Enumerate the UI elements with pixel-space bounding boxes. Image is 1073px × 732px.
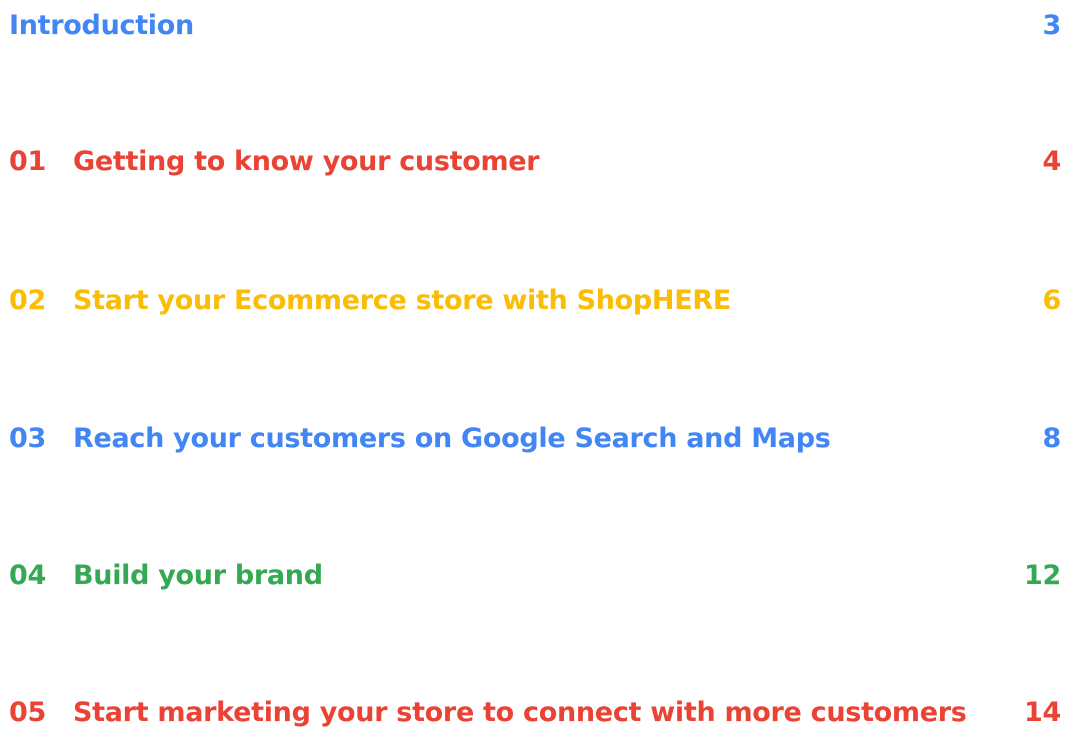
toc-entry-title: Start your Ecommerce store with ShopHERE — [73, 284, 731, 316]
toc-entry-05[interactable]: 05 Start marketing your store to connect… — [9, 692, 1061, 732]
toc-entry-page-number: 3 — [1042, 9, 1062, 41]
table-of-contents: Introduction 3 01 Getting to know your c… — [9, 0, 1061, 729]
toc-entry-introduction[interactable]: Introduction 3 — [9, 5, 1061, 45]
toc-entry-page-number: 12 — [1024, 559, 1061, 591]
toc-entry-title: Build your brand — [73, 559, 323, 591]
toc-entry-title: Introduction — [9, 9, 194, 41]
toc-entry-number: 01 — [9, 145, 46, 177]
toc-entry-03[interactable]: 03 Reach your customers on Google Search… — [9, 418, 1061, 458]
toc-entry-01[interactable]: 01 Getting to know your customer 4 — [9, 141, 1061, 181]
toc-entry-page-number: 14 — [1024, 696, 1061, 728]
toc-entry-number: 04 — [9, 559, 46, 591]
toc-entry-04[interactable]: 04 Build your brand 12 — [9, 555, 1061, 595]
toc-entry-02[interactable]: 02 Start your Ecommerce store with ShopH… — [9, 280, 1061, 320]
toc-entry-title: Getting to know your customer — [73, 145, 540, 177]
toc-entry-title: Start marketing your store to connect wi… — [73, 696, 967, 728]
toc-entry-number: 02 — [9, 284, 46, 316]
toc-entry-page-number: 4 — [1042, 145, 1062, 177]
toc-entry-title: Reach your customers on Google Search an… — [73, 422, 831, 454]
toc-entry-number: 05 — [9, 696, 46, 728]
toc-entry-number: 03 — [9, 422, 46, 454]
toc-entry-page-number: 8 — [1042, 422, 1062, 454]
toc-entry-page-number: 6 — [1042, 284, 1062, 316]
